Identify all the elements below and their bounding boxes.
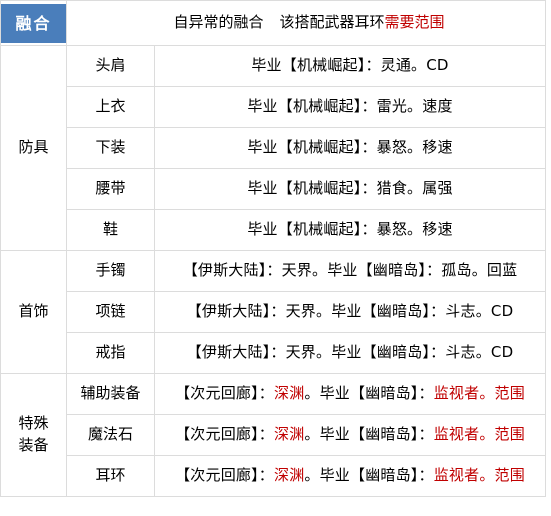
fusion-description: 【伊斯大陆】：天界。毕业【幽暗岛】：孤岛。回蓝	[153, 250, 547, 292]
desc-text: 【伊斯大陆】：天界。毕业【幽暗岛】：斗志。CD	[186, 343, 514, 362]
fusion-description: 毕业【机械崛起】：雷光。速度	[153, 86, 547, 128]
desc-text: 【伊斯大陆】：天界。毕业【幽暗岛】：孤岛。回蓝	[182, 261, 518, 280]
group-label-line: 装备	[18, 436, 49, 454]
slot-label: 魔法石	[66, 414, 155, 456]
slot-label: 手镯	[66, 250, 155, 292]
group-label-line: 特殊	[18, 414, 49, 433]
desc-highlight: 深渊	[274, 466, 305, 485]
fusion-description: 毕业【机械崛起】：暴怒。移速	[153, 127, 547, 169]
fusion-badge-label: 融合	[1, 3, 66, 43]
desc-text: 。毕业【幽暗岛】：	[304, 384, 434, 403]
desc-text: 。毕业【幽暗岛】：	[304, 425, 434, 444]
group-label-特殊装备: 特殊 装备	[0, 373, 67, 497]
desc-text: 【伊斯大陆】：天界。毕业【幽暗岛】：斗志。CD	[186, 302, 514, 321]
desc-text: 毕业【机械崛起】：暴怒。移速	[247, 220, 453, 239]
fusion-description: 【次元回廊】：深渊。毕业【幽暗岛】：监视者。范围	[153, 455, 547, 497]
group-label-防具: 防具	[0, 45, 67, 251]
table-row: 耳环 【次元回廊】：深渊。毕业【幽暗岛】：监视者。范围	[1, 455, 547, 497]
desc-text: 毕业【机械崛起】：灵通。CD	[251, 56, 449, 75]
fusion-description: 毕业【机械崛起】：猎食。属强	[153, 168, 547, 210]
fusion-description: 毕业【机械崛起】：灵通。CD	[153, 45, 547, 87]
header-note-black-2: 该搭配武器耳环	[279, 13, 385, 32]
fusion-description: 【次元回廊】：深渊。毕业【幽暗岛】：监视者。范围	[153, 373, 547, 415]
slot-label: 鞋	[66, 209, 155, 251]
table-row: 防具 头肩 毕业【机械崛起】：灵通。CD	[0, 45, 547, 251]
slot-label: 项链	[66, 291, 155, 333]
desc-highlight: 监视者。范围	[433, 466, 525, 485]
table-header-row: 融合 自异常的融合 该搭配武器耳环需要范围	[0, 0, 547, 46]
desc-text: 毕业【机械崛起】：暴怒。移速	[247, 138, 453, 157]
fusion-description: 毕业【机械崛起】：暴怒。移速	[153, 209, 547, 251]
desc-text: 【次元回廊】：	[175, 384, 274, 403]
slot-label: 耳环	[66, 455, 155, 497]
slot-label: 下装	[66, 127, 155, 169]
desc-text: 。毕业【幽暗岛】：	[304, 466, 434, 485]
table-body: 融合 自异常的融合 该搭配武器耳环需要范围 防具 头肩 毕业【机械崛起】：灵通。CD 上…	[0, 0, 547, 497]
slot-label: 上衣	[66, 86, 155, 128]
table-row: 特殊 装备 辅助装备 【次元回廊】：深渊。毕业【幽暗岛】：监视者。范围	[0, 373, 547, 497]
fusion-description: 【次元回廊】：深渊。毕业【幽暗岛】：监视者。范围	[153, 414, 547, 456]
group-label-line: 防具	[18, 138, 49, 157]
header-note-red: 需要范围	[384, 13, 445, 32]
table-row: 项链 【伊斯大陆】：天界。毕业【幽暗岛】：斗志。CD	[1, 291, 547, 333]
desc-highlight: 深渊	[274, 425, 305, 444]
desc-text: 【次元回廊】：	[175, 425, 274, 444]
desc-text: 毕业【机械崛起】：猎食。属强	[247, 179, 453, 198]
desc-highlight: 监视者。范围	[433, 384, 525, 403]
table-row: 下装 毕业【机械崛起】：暴怒。移速	[1, 127, 547, 169]
group-label-line: 首饰	[18, 302, 49, 321]
desc-highlight: 监视者。范围	[433, 425, 525, 444]
header-note-black-1: 自异常的融合	[173, 13, 264, 32]
table-row: 鞋 毕业【机械崛起】：暴怒。移速	[1, 209, 547, 251]
slot-label: 头肩	[66, 45, 155, 87]
table-row: 腰带 毕业【机械崛起】：猎食。属强	[1, 168, 547, 210]
header-note-cell: 自异常的融合 该搭配武器耳环需要范围	[65, 0, 547, 46]
fusion-description: 【伊斯大陆】：天界。毕业【幽暗岛】：斗志。CD	[153, 291, 547, 333]
table-row: 魔法石 【次元回廊】：深渊。毕业【幽暗岛】：监视者。范围	[1, 414, 547, 456]
fusion-equipment-table: 融合 自异常的融合 该搭配武器耳环需要范围 防具 头肩 毕业【机械崛起】：灵通。CD 上…	[0, 0, 547, 497]
slot-label: 辅助装备	[66, 373, 155, 415]
table-row: 戒指 【伊斯大陆】：天界。毕业【幽暗岛】：斗志。CD	[1, 332, 547, 374]
table-row: 上衣 毕业【机械崛起】：雷光。速度	[1, 86, 547, 128]
desc-text: 毕业【机械崛起】：雷光。速度	[247, 97, 453, 116]
desc-text: 【次元回廊】：	[175, 466, 274, 485]
fusion-badge-cell: 融合	[0, 0, 67, 46]
group-label-首饰: 首饰	[0, 250, 67, 374]
header-note-text: 自异常的融合 该搭配武器耳环需要范围	[67, 12, 545, 34]
slot-label: 戒指	[66, 332, 155, 374]
slot-label: 腰带	[66, 168, 155, 210]
table-row: 首饰 手镯 【伊斯大陆】：天界。毕业【幽暗岛】：孤岛。回蓝	[0, 250, 547, 374]
desc-highlight: 深渊	[274, 384, 305, 403]
fusion-description: 【伊斯大陆】：天界。毕业【幽暗岛】：斗志。CD	[153, 332, 547, 374]
